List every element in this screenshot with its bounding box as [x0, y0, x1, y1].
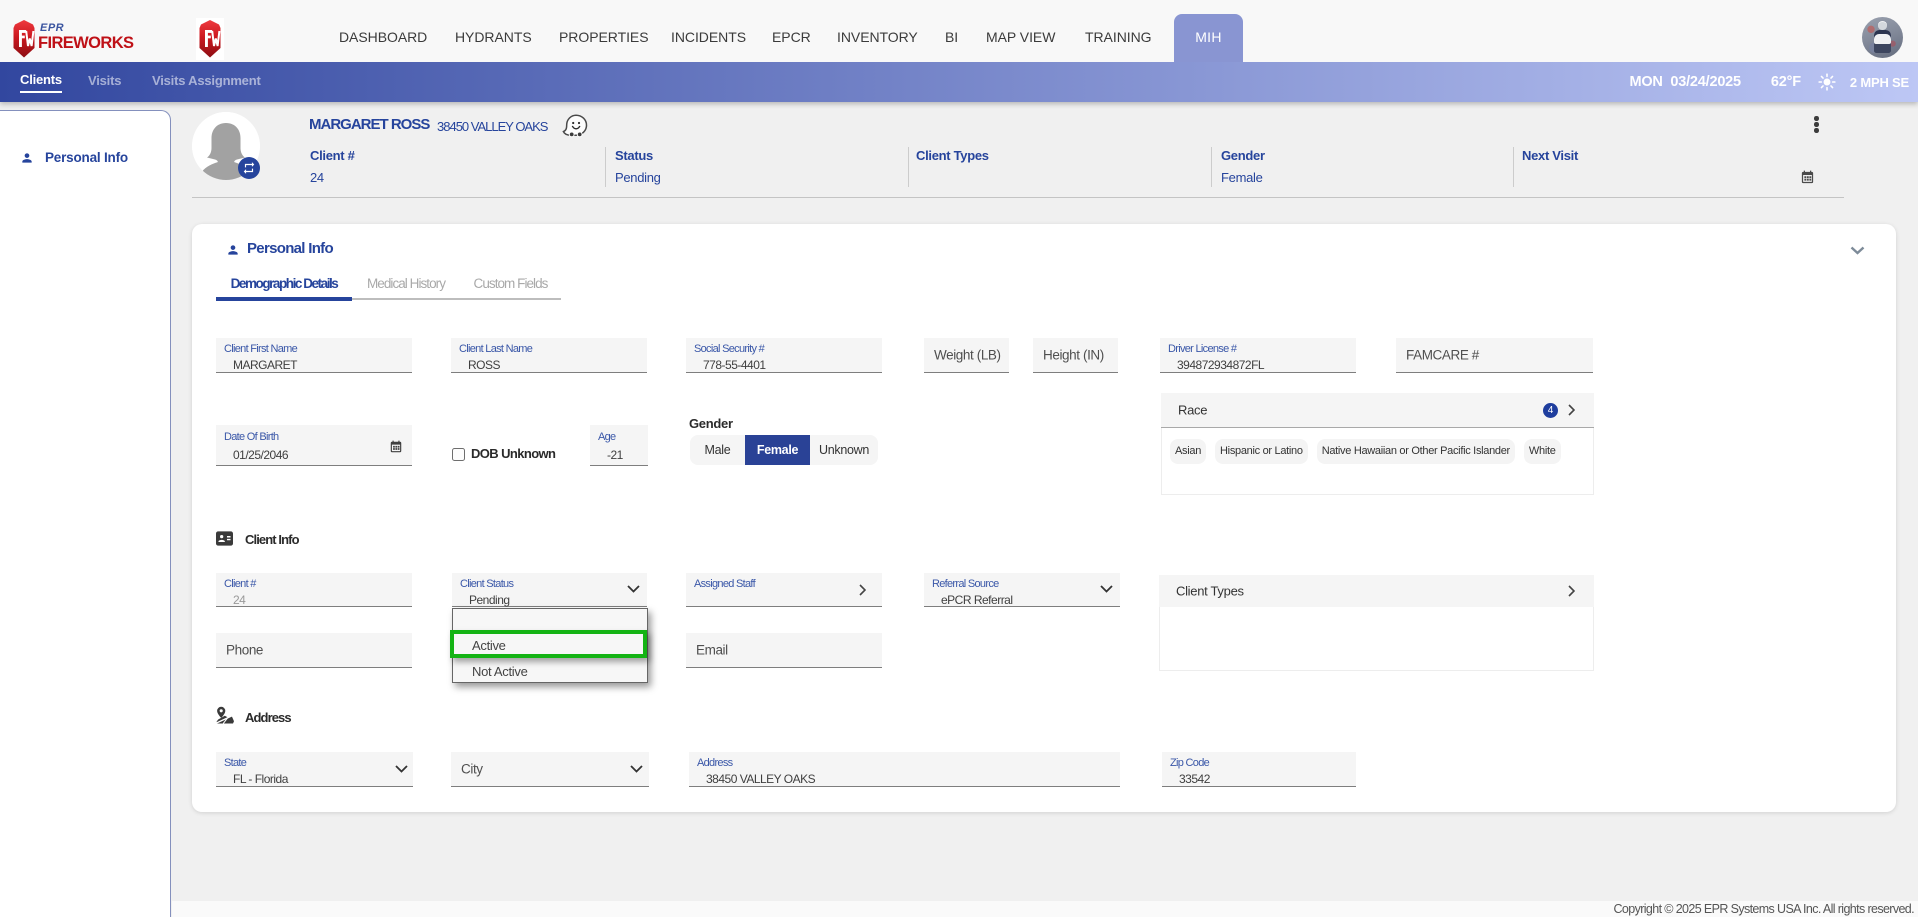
svg-text:EPR: EPR — [40, 22, 64, 34]
svg-text:FIREWORKS: FIREWORKS — [38, 34, 134, 52]
